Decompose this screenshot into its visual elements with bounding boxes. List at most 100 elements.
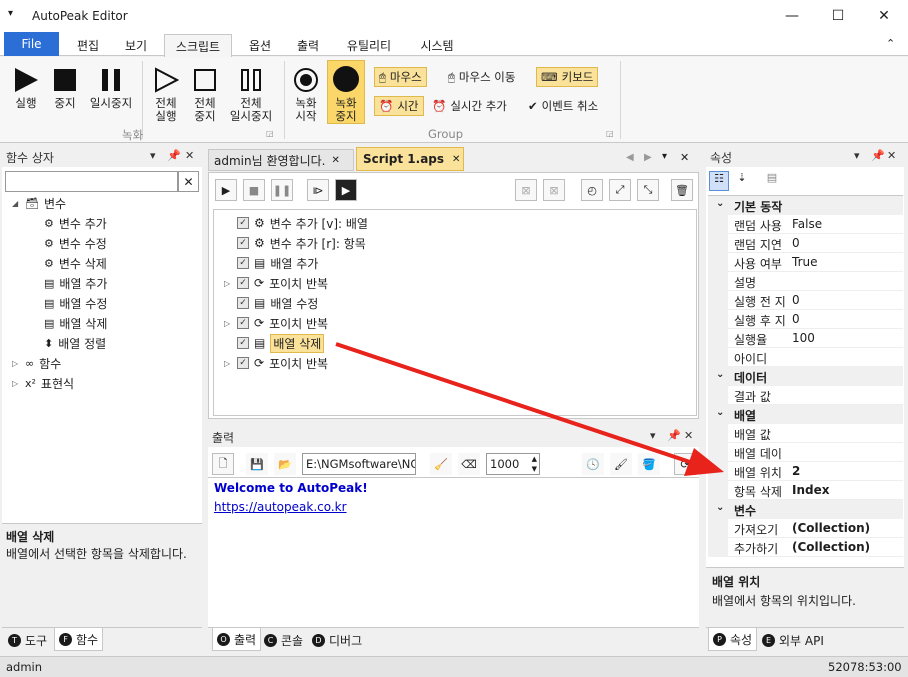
category-collapse-icon[interactable]: ⌄ — [716, 369, 724, 380]
stop-button[interactable]: 중지 — [48, 63, 82, 110]
tab-properties[interactable]: P 속성 — [708, 628, 758, 651]
keyboard-toggle[interactable]: ⌨ 키보드 — [536, 67, 599, 87]
tab-welcome[interactable]: admin님 환영합니다. ✕ — [208, 149, 354, 171]
property-value[interactable]: False — [792, 217, 822, 231]
mouse-toggle[interactable]: 🖱 마우스 — [374, 67, 427, 87]
mouse-move-toggle[interactable]: 🖱 마우스 이동 — [444, 67, 519, 87]
spinner-icon[interactable]: ▲ ▼ — [532, 454, 537, 474]
run-from-here-button[interactable]: ⧐ — [307, 179, 329, 201]
property-row[interactable]: 랜덤 지연 0 — [708, 234, 903, 253]
tab-list-icon[interactable]: ▾ — [662, 151, 667, 162]
script-line[interactable]: ✓ ▤ 배열 삭제 — [224, 333, 325, 353]
collapsed-icon[interactable]: ▷ — [224, 359, 232, 368]
save-log-button[interactable]: 💾 — [246, 453, 268, 475]
tree-item[interactable]: ⬍ 배열 정렬 — [44, 333, 106, 353]
property-value[interactable]: 0 — [792, 293, 800, 307]
enabled-checkbox[interactable]: ✓ — [237, 337, 249, 349]
property-row[interactable]: 배열 위치 2 — [708, 462, 903, 481]
stop-all-button[interactable]: 전체 중지 — [187, 63, 223, 123]
tab-edit[interactable]: 편집 — [66, 34, 110, 56]
eraser-button[interactable]: ⌫ — [458, 453, 480, 475]
timestamp-button[interactable]: 🕓 — [582, 453, 604, 475]
editor-pause-button[interactable]: ❚❚ — [271, 179, 293, 201]
tab-options[interactable]: 옵션 — [238, 34, 282, 56]
property-value[interactable]: 100 — [792, 331, 815, 345]
tab-system[interactable]: 시스템 — [410, 34, 464, 56]
pane-close-icon[interactable]: ✕ — [185, 149, 194, 162]
property-row[interactable]: 추가하기 (Collection) — [708, 538, 903, 557]
pin-icon[interactable]: 📌 — [667, 429, 681, 442]
tab-console[interactable]: C 콘솔 — [264, 629, 303, 651]
pane-menu-icon[interactable]: ▾ — [150, 149, 156, 162]
editor-run-button[interactable]: ▶ — [215, 179, 237, 201]
tab-script[interactable]: 스크립트 — [164, 34, 232, 57]
tab-tools[interactable]: T 도구 — [8, 629, 47, 651]
alphabetical-view-button[interactable]: ⇣ — [732, 171, 752, 191]
category-collapse-icon[interactable]: ⌄ — [716, 407, 724, 418]
property-row[interactable]: 결과 값 — [708, 386, 903, 405]
realtime-add-toggle[interactable]: ⏰ 실시간 추가 — [428, 96, 511, 116]
tab-output[interactable]: 출력 — [286, 34, 330, 56]
property-row[interactable]: 실행율 100 — [708, 329, 903, 348]
new-log-button[interactable]: 🗋 — [212, 453, 234, 475]
pause-all-button[interactable]: 전체 일시중지 — [226, 63, 276, 123]
remove-all-button[interactable]: ⊠ — [543, 179, 565, 201]
collapse-all-button[interactable]: ⤡ — [637, 179, 659, 201]
tab-utility[interactable]: 유틸리티 — [336, 34, 402, 56]
enabled-checkbox[interactable]: ✓ — [237, 317, 249, 329]
time-toggle[interactable]: ⏰ 시간 — [374, 96, 424, 116]
refresh-button[interactable]: ⟳ — [674, 453, 696, 475]
tree-item[interactable]: ▷ ∞ 함수 — [12, 353, 61, 373]
run-selected-button[interactable]: ▶ — [335, 179, 357, 201]
categorized-view-button[interactable]: ☷ — [709, 171, 729, 191]
script-line[interactable]: ✓ ▤ 배열 추가 — [224, 253, 318, 273]
pane-menu-icon[interactable]: ▾ — [854, 149, 860, 162]
brush-button[interactable]: 🖌 — [610, 453, 632, 475]
tab-file[interactable]: File — [4, 32, 59, 56]
script-line[interactable]: ▷ ✓ ⟳ 포이치 반복 — [224, 353, 328, 373]
collapsed-icon[interactable]: ▷ — [224, 279, 232, 288]
property-category[interactable]: ⌄ 데이터 — [708, 367, 903, 386]
run-button[interactable]: 실행 — [8, 63, 44, 110]
tab-output-log[interactable]: O 출력 — [212, 628, 262, 651]
remove-button[interactable]: ⊠ — [515, 179, 537, 201]
fill-button[interactable]: 🪣 — [638, 453, 660, 475]
property-row[interactable]: 아이디 — [708, 348, 903, 367]
tree-item[interactable]: ⚙ 변수 삭제 — [44, 253, 107, 273]
enabled-checkbox[interactable]: ✓ — [237, 257, 249, 269]
collapse-ribbon-icon[interactable]: ⌃ — [886, 37, 895, 50]
tab-scroll-right-icon[interactable]: ▶ — [644, 152, 652, 163]
property-row[interactable]: 항목 삭제 Index — [708, 481, 903, 500]
expand-all-button[interactable]: ⤢ — [609, 179, 631, 201]
enabled-checkbox[interactable]: ✓ — [237, 217, 249, 229]
property-row[interactable]: 사용 여부 True — [708, 253, 903, 272]
tree-item[interactable]: ▤ 배열 삭제 — [44, 313, 107, 333]
script-line[interactable]: ✓ ▤ 배열 수정 — [224, 293, 318, 313]
script-line[interactable]: ✓ ⚙ 변수 추가 [v]: 배열 — [224, 213, 368, 233]
tree-item[interactable]: ▤ 배열 추가 — [44, 273, 107, 293]
property-value[interactable]: 0 — [792, 312, 800, 326]
script-line[interactable]: ▷ ✓ ⟳ 포이치 반복 — [224, 313, 328, 333]
delete-button[interactable]: 🗑 — [671, 179, 693, 201]
tree-item[interactable]: ◢ 🗃 변수 — [12, 193, 66, 213]
property-category[interactable]: ⌄ 변수 — [708, 500, 903, 519]
minimize-button[interactable]: — — [769, 0, 815, 32]
tab-close-icon[interactable]: ✕ — [452, 154, 460, 165]
enabled-checkbox[interactable]: ✓ — [237, 357, 249, 369]
editor-stop-button[interactable]: ■ — [243, 179, 265, 201]
homepage-link[interactable]: https://autopeak.co.kr — [214, 500, 347, 514]
pause-button[interactable]: 일시중지 — [86, 63, 136, 110]
property-row[interactable]: 랜덤 사용 False — [708, 215, 903, 234]
property-row[interactable]: 실행 후 지 0 — [708, 310, 903, 329]
tab-scroll-left-icon[interactable]: ◀ — [626, 152, 634, 163]
property-pages-button[interactable]: ▤ — [762, 171, 782, 191]
collapsed-icon[interactable]: ▷ — [12, 379, 20, 388]
clean-button[interactable]: 🧹 — [430, 453, 452, 475]
pane-close-icon[interactable]: ✕ — [887, 149, 896, 162]
tree-item[interactable]: ⚙ 변수 추가 — [44, 213, 107, 233]
category-collapse-icon[interactable]: ⌄ — [716, 502, 724, 513]
tab-functions[interactable]: F 함수 — [54, 628, 104, 651]
tree-item[interactable]: ⚙ 변수 수정 — [44, 233, 107, 253]
record-stop-button[interactable]: 녹화 중지 — [327, 60, 365, 124]
tab-close-icon[interactable]: ✕ — [331, 155, 339, 166]
